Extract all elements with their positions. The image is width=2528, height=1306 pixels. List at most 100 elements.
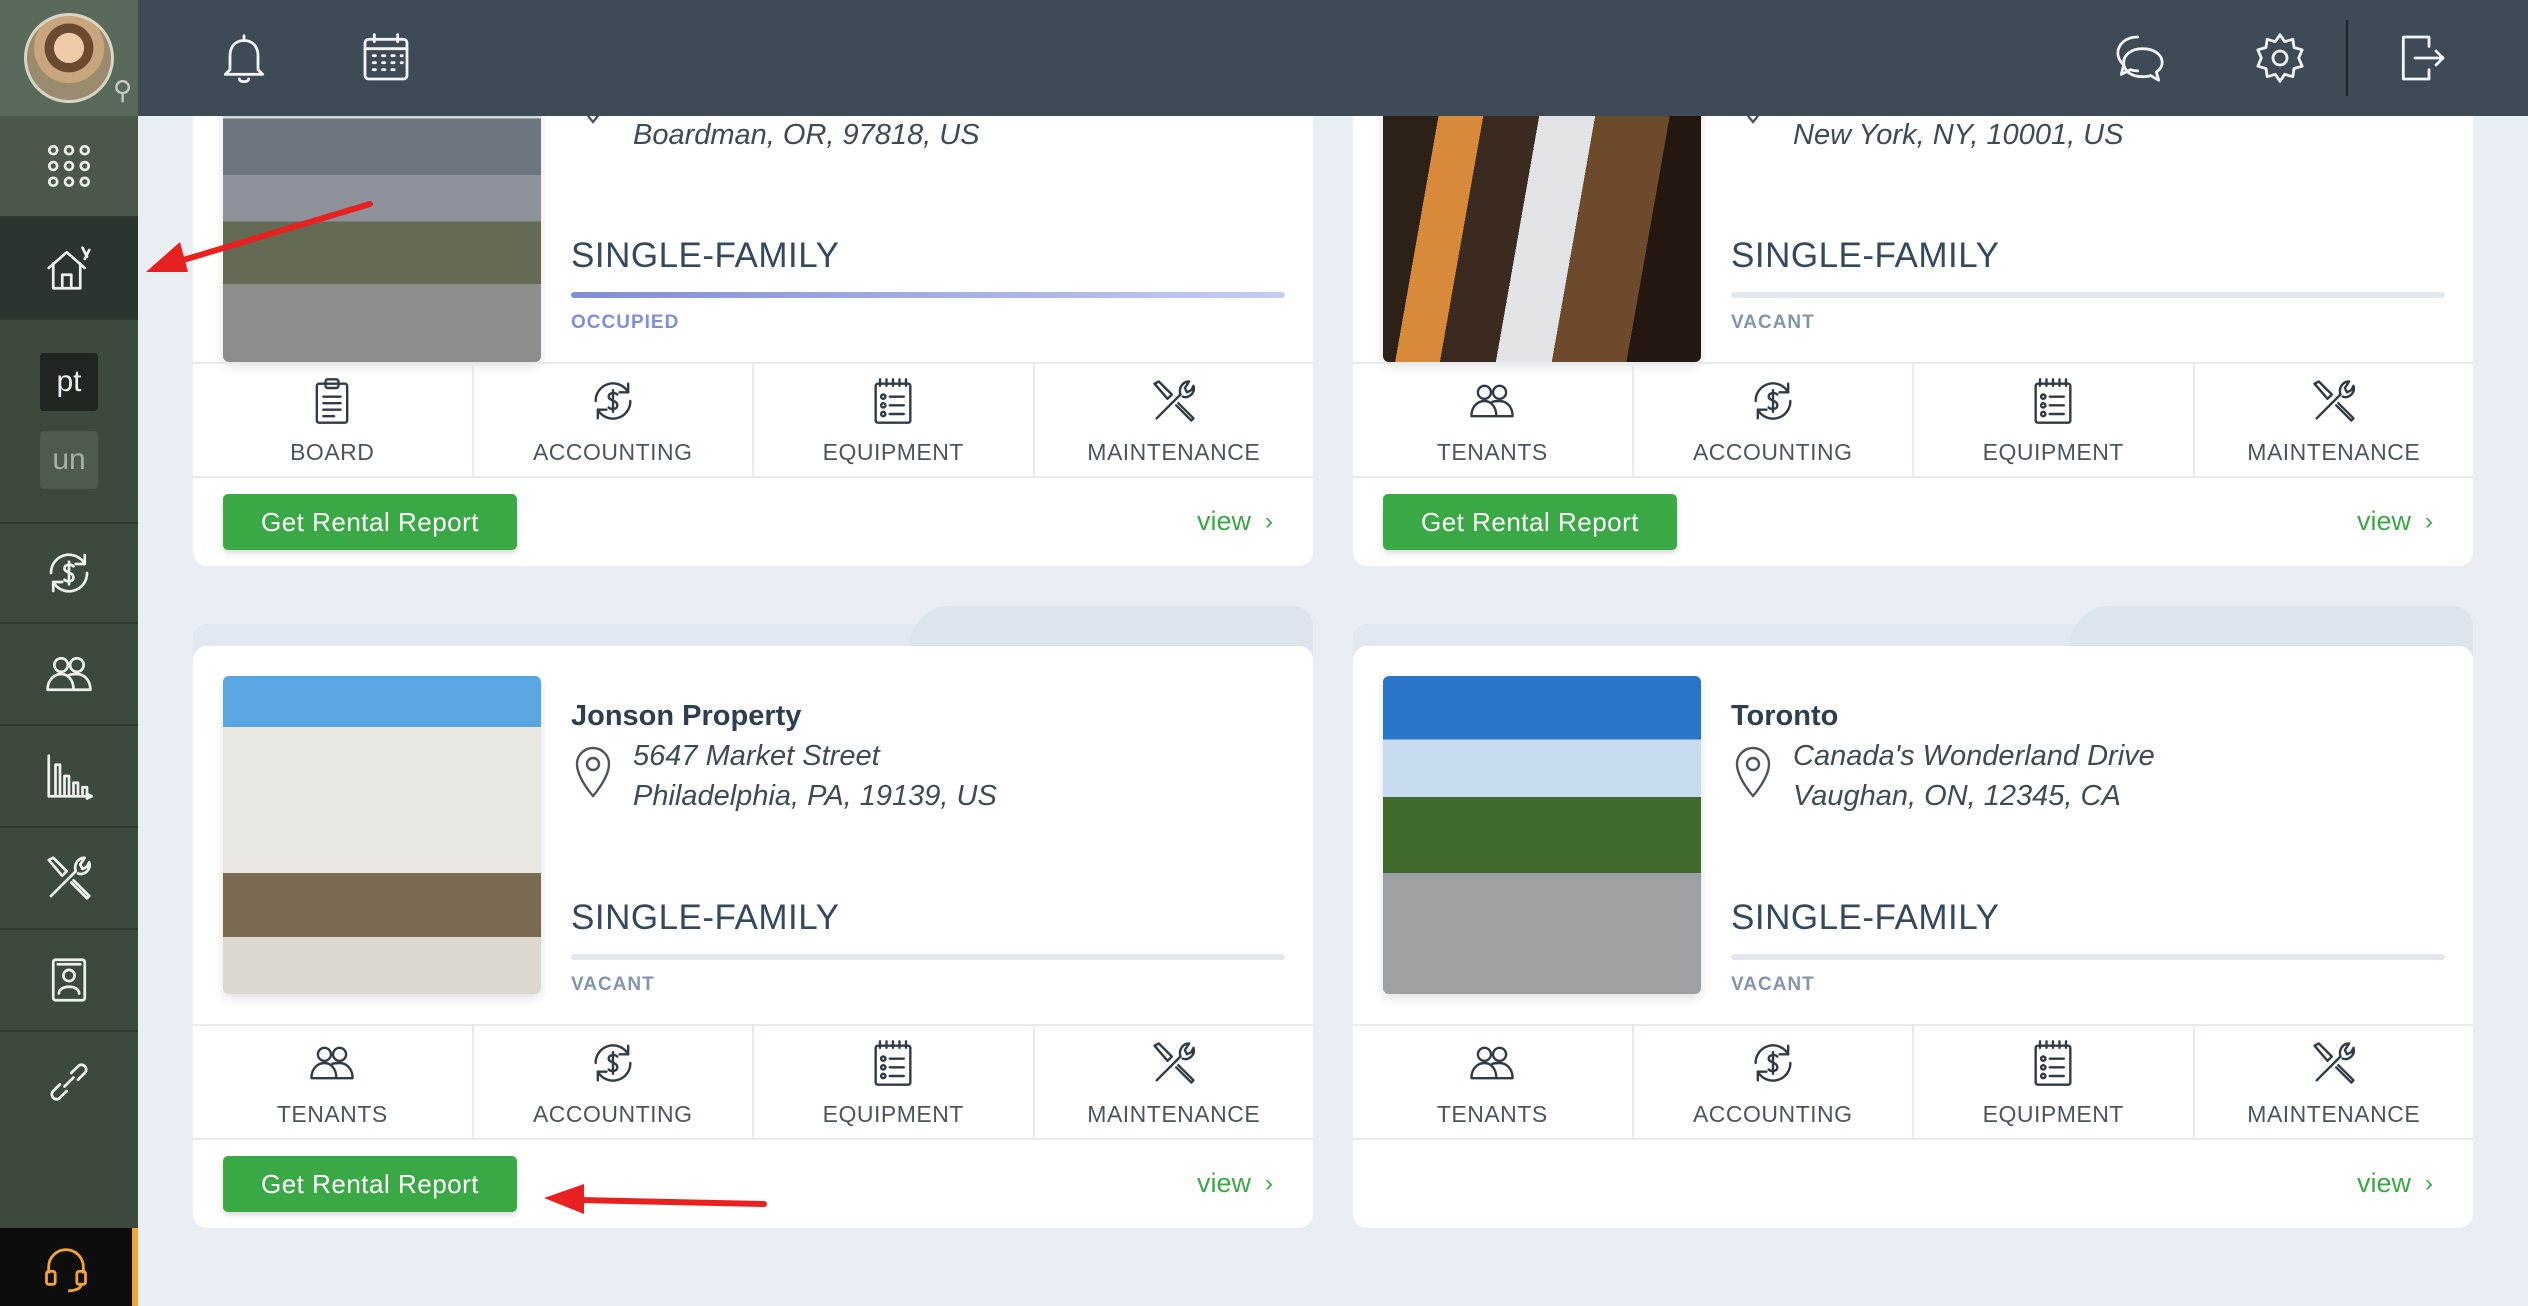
address-line-1: 5647 Market Street — [633, 740, 880, 772]
view-link[interactable]: view › — [1197, 1168, 1273, 1199]
sidebar-item-links[interactable] — [0, 1032, 138, 1132]
property-type: SINGLE-FAMILY — [571, 236, 840, 275]
home-icon — [47, 246, 91, 290]
equipment-icon — [874, 377, 912, 424]
logout-button[interactable] — [2392, 28, 2452, 88]
menu-label: TENANTS — [1436, 1100, 1548, 1127]
sidebar-badges: pt un — [0, 320, 138, 524]
view-label: view — [1196, 1168, 1251, 1198]
menu-label: EQUIPMENT — [822, 1100, 964, 1127]
property-name[interactable]: Jonson Property — [571, 700, 801, 733]
badge-pt[interactable]: pt — [40, 353, 98, 411]
equipment-icon — [2034, 1039, 2072, 1086]
address-line: Boardman, OR, 97818, US — [633, 119, 980, 151]
topbar-divider — [2346, 20, 2348, 96]
property-card: Toronto Canada's Wonderland Drive Vaugha… — [1353, 646, 2473, 1228]
menu-maintenance[interactable]: MAINTENANCE — [1035, 364, 1314, 476]
chevron-right-icon: › — [2425, 507, 2433, 535]
property-name[interactable]: Toronto — [1731, 700, 1838, 733]
menu-equipment[interactable]: EQUIPMENT — [1914, 1026, 2195, 1138]
badge-un[interactable]: un — [40, 431, 98, 489]
address-line-2: Philadelphia, PA, 19139, US — [633, 780, 997, 812]
get-rental-report-button[interactable]: Get Rental Report — [223, 494, 517, 550]
menu-equipment[interactable]: EQUIPMENT — [1914, 364, 2195, 476]
clipboard-icon — [315, 377, 349, 424]
menu-board[interactable]: BOARD — [193, 364, 474, 476]
maintenance-icon — [2313, 379, 2355, 422]
maintenance-icon — [1153, 379, 1195, 422]
view-label: view — [2356, 1168, 2411, 1198]
menu-label: EQUIPMENT — [1982, 438, 2124, 465]
sidebar-item-properties[interactable] — [0, 218, 138, 320]
sidebar-item-apps[interactable] — [0, 116, 138, 218]
menu-maintenance[interactable]: MAINTENANCE — [2195, 364, 2474, 476]
menu-label: MAINTENANCE — [1087, 438, 1261, 465]
sidebar-item-tenants[interactable] — [0, 624, 138, 726]
menu-label: EQUIPMENT — [822, 438, 964, 465]
pin-icon[interactable]: ⚲ — [113, 75, 132, 106]
menu-label: ACCOUNTING — [532, 1100, 693, 1127]
property-card: Boardman, OR, 97818, US SINGLE-FAMILY OC… — [193, 70, 1313, 566]
property-photo[interactable] — [1383, 676, 1701, 994]
menu-label: ACCOUNTING — [1692, 1100, 1853, 1127]
menu-label: EQUIPMENT — [1982, 1100, 2124, 1127]
view-link[interactable]: view › — [2357, 1168, 2433, 1199]
property-type: SINGLE-FAMILY — [1731, 898, 2000, 937]
maintenance-icon — [1153, 1041, 1195, 1084]
tenants-icon — [46, 656, 92, 692]
menu-label: BOARD — [290, 438, 375, 465]
menu-accounting[interactable]: ACCOUNTING — [1634, 364, 1914, 476]
calendar-icon — [363, 33, 409, 81]
location-pin-icon — [571, 744, 615, 800]
chat-icon — [2116, 35, 2164, 82]
logout-icon — [2401, 35, 2445, 81]
get-rental-report-button[interactable]: Get Rental Report — [223, 1156, 517, 1212]
status-badge: VACANT — [1731, 974, 1815, 995]
sidebar-item-reports[interactable] — [0, 726, 138, 828]
avatar[interactable] — [24, 13, 114, 103]
menu-accounting[interactable]: ACCOUNTING — [474, 364, 754, 476]
address-line-2: Vaughan, ON, 12345, CA — [1793, 780, 2121, 812]
menu-equipment[interactable]: EQUIPMENT — [754, 364, 1035, 476]
card-menu: TENANTS ACCOUNTING EQUIPMENT MAINTENANCE — [1353, 362, 2473, 478]
sidebar-item-accounting[interactable] — [0, 524, 138, 624]
notifications-button[interactable] — [214, 28, 274, 88]
menu-accounting[interactable]: ACCOUNTING — [474, 1026, 754, 1138]
property-type: SINGLE-FAMILY — [571, 898, 840, 937]
sidebar-item-documents[interactable] — [0, 930, 138, 1032]
occupancy-bar — [1731, 954, 2445, 960]
address-line-1: Canada's Wonderland Drive — [1793, 740, 2155, 772]
menu-label: ACCOUNTING — [1692, 438, 1853, 465]
view-label: view — [2356, 506, 2411, 536]
chevron-right-icon: › — [1265, 507, 1273, 535]
menu-tenants[interactable]: TENANTS — [1353, 364, 1634, 476]
occupancy-bar — [1731, 292, 2445, 298]
menu-maintenance[interactable]: MAINTENANCE — [1035, 1026, 1314, 1138]
menu-accounting[interactable]: ACCOUNTING — [1634, 1026, 1914, 1138]
property-photo[interactable] — [223, 676, 541, 994]
messages-button[interactable] — [2110, 28, 2170, 88]
chevron-right-icon: › — [1265, 1169, 1273, 1197]
get-rental-report-button[interactable]: Get Rental Report — [1383, 494, 1677, 550]
accounting-icon — [49, 553, 89, 593]
tenants-icon — [1470, 384, 1515, 417]
apps-grid-icon — [47, 144, 91, 188]
headset-icon — [45, 1248, 87, 1293]
link-icon — [50, 1063, 88, 1101]
menu-tenants[interactable]: TENANTS — [193, 1026, 474, 1138]
document-icon — [51, 958, 87, 1002]
menu-tenants[interactable]: TENANTS — [1353, 1026, 1634, 1138]
calendar-button[interactable] — [356, 28, 416, 88]
settings-button[interactable] — [2250, 28, 2310, 88]
menu-label: MAINTENANCE — [2247, 438, 2421, 465]
sidebar-item-maintenance[interactable] — [0, 828, 138, 930]
menu-maintenance[interactable]: MAINTENANCE — [2195, 1026, 2474, 1138]
menu-label: MAINTENANCE — [2247, 1100, 2421, 1127]
address-line: New York, NY, 10001, US — [1793, 119, 2124, 151]
view-link[interactable]: view › — [2357, 506, 2433, 537]
view-link[interactable]: view › — [1197, 506, 1273, 537]
location-pin-icon — [1731, 744, 1775, 800]
support-button[interactable] — [0, 1228, 138, 1306]
menu-equipment[interactable]: EQUIPMENT — [754, 1026, 1035, 1138]
menu-label: TENANTS — [276, 1100, 388, 1127]
